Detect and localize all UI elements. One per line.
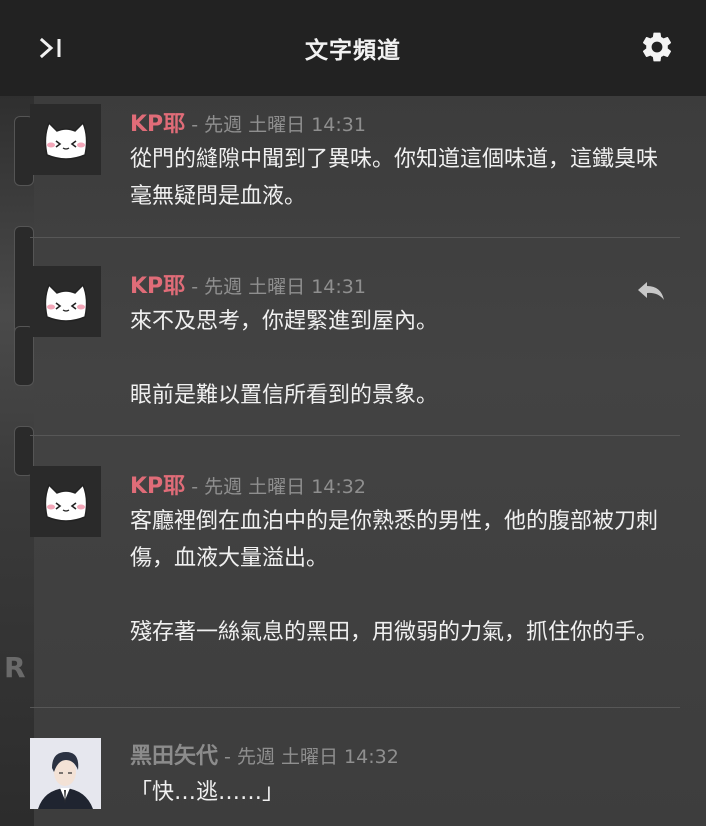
background-glyph: R — [4, 651, 26, 684]
message-meta: 黑田矢代 - 先週 土曜日 14:32 — [130, 738, 399, 770]
author-name[interactable]: KP耶 — [130, 274, 185, 299]
message-meta: KP耶 - 先週 土曜日 14:31 — [130, 106, 366, 138]
author-name[interactable]: 黑田矢代 — [130, 744, 218, 769]
reply-icon — [638, 282, 664, 300]
message-item[interactable]: KP耶 - 先週 土曜日 14:32 客廳裡倒在血泊中的是你熟悉的男性，他的腹部… — [30, 436, 680, 708]
message-text: 殘存著一絲氣息的黑田，用微弱的力氣，抓住你的手。 — [130, 620, 659, 645]
message-timestamp: - 先週 土曜日 14:31 — [185, 276, 366, 298]
channel-title: 文字頻道 — [305, 38, 401, 64]
message-item[interactable]: 黑田矢代 - 先週 土曜日 14:32 「快…逃……」 — [30, 708, 680, 826]
message-text: 客廳裡倒在血泊中的是你熟悉的男性，他的腹部被刀刺傷，血液大量溢出。 — [130, 509, 659, 571]
message-body: 來不及思考，你趕緊進到屋內。 眼前是難以置信所看到的景象。 — [130, 303, 675, 414]
settings-button[interactable] — [636, 26, 678, 68]
message-item[interactable]: KP耶 - 先週 土曜日 14:31 來不及思考，你趕緊進到屋內。 眼前是難以置… — [30, 238, 680, 436]
message-timestamp: - 先週 土曜日 14:32 — [185, 476, 366, 498]
cat-avatar-icon — [44, 283, 87, 322]
avatar-kuroda[interactable] — [30, 738, 101, 809]
avatar-kp[interactable] — [30, 104, 101, 175]
message-meta: KP耶 - 先週 土曜日 14:32 — [130, 468, 366, 500]
message-body: 從門的縫隙中聞到了異味。你知道這個味道，這鐵臭味毫無疑問是血液。 — [130, 141, 675, 215]
author-name[interactable]: KP耶 — [130, 112, 185, 137]
avatar-kp[interactable] — [30, 466, 101, 537]
message-body: 「快…逃……」 — [130, 774, 675, 811]
collapse-button[interactable] — [34, 30, 70, 66]
message-list: KP耶 - 先週 土曜日 14:31 從門的縫隙中聞到了異味。你知道這個味道，這… — [30, 96, 680, 826]
reply-button[interactable] — [634, 276, 668, 306]
character-avatar-icon — [30, 738, 101, 809]
message-text: 眼前是難以置信所看到的景象。 — [130, 383, 439, 408]
message-text: 來不及思考，你趕緊進到屋內。 — [130, 309, 439, 334]
avatar-kp[interactable] — [30, 266, 101, 337]
message-meta: KP耶 - 先週 土曜日 14:31 — [130, 268, 366, 300]
author-name[interactable]: KP耶 — [130, 474, 185, 499]
message-text: 「快…逃……」 — [130, 780, 285, 805]
message-timestamp: - 先週 土曜日 14:31 — [185, 114, 366, 136]
message-body: 客廳裡倒在血泊中的是你熟悉的男性，他的腹部被刀刺傷，血液大量溢出。 殘存著一絲氣… — [130, 503, 675, 651]
message-item[interactable]: KP耶 - 先週 土曜日 14:31 從門的縫隙中聞到了異味。你知道這個味道，這… — [30, 96, 680, 238]
channel-header: 文字頻道 — [0, 0, 706, 96]
cat-avatar-icon — [44, 121, 87, 160]
message-timestamp: - 先週 土曜日 14:32 — [218, 746, 399, 768]
background-strip: R — [0, 96, 34, 826]
cat-avatar-icon — [44, 483, 87, 522]
chat-app: R 文字頻道 KP耶 - 先週 土曜日 14:31 從門的縫隙中聞到了異味。你知… — [0, 0, 706, 826]
gear-icon — [642, 32, 672, 62]
message-text: 從門的縫隙中聞到了異味。你知道這個味道，這鐵臭味毫無疑問是血液。 — [130, 147, 659, 209]
panel-collapse-icon — [39, 37, 61, 59]
